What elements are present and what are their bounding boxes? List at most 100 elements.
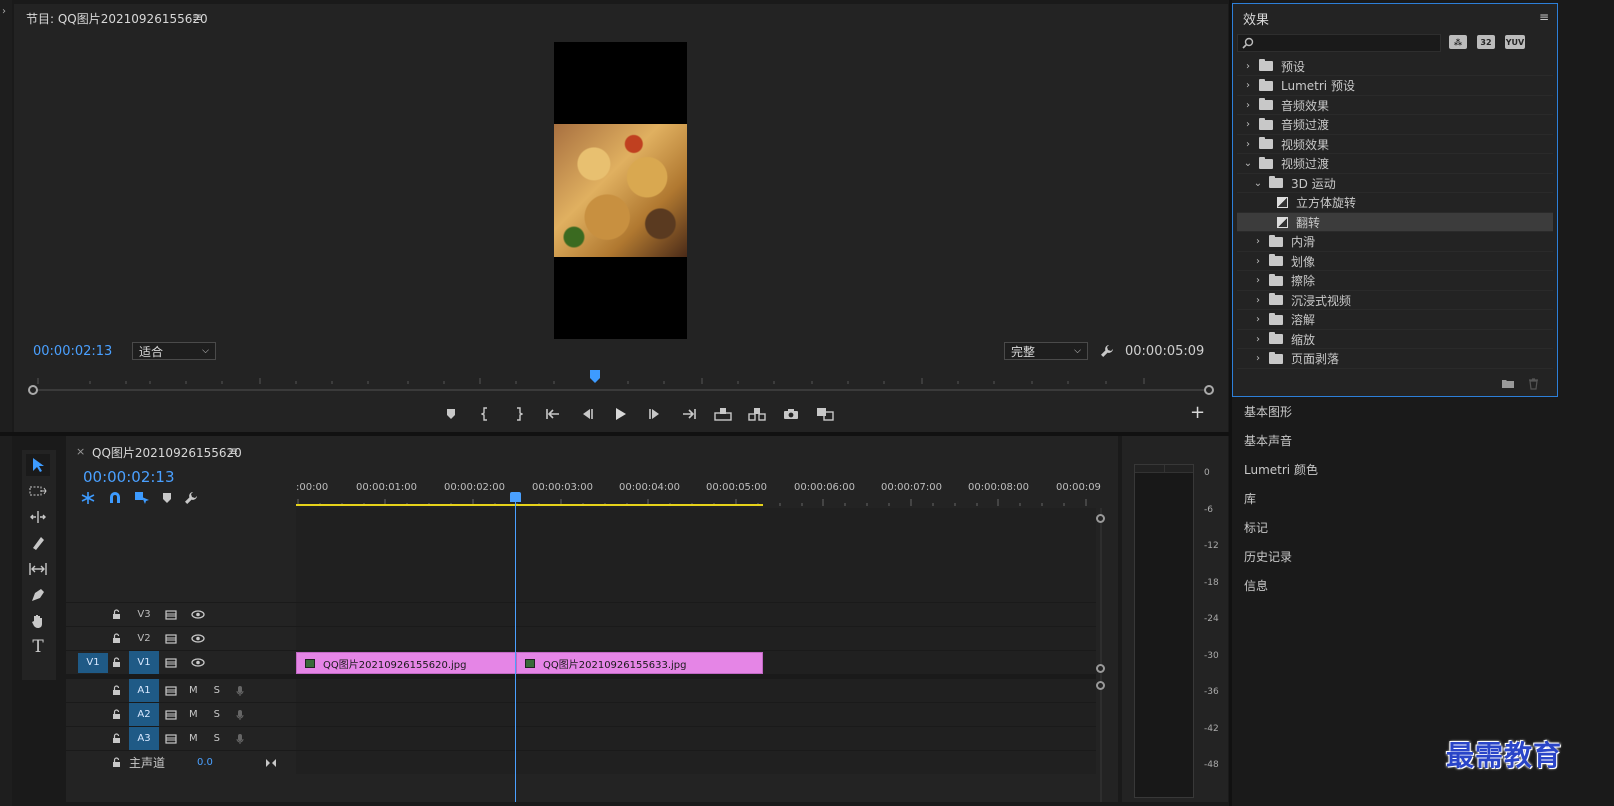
effects-tree-item[interactable]: › 沉浸式视频: [1237, 291, 1553, 310]
eye-visibility-icon[interactable]: [191, 610, 205, 619]
lock-open-icon[interactable]: [112, 633, 121, 644]
track-lane-v3[interactable]: [296, 602, 1096, 626]
master-volume-value[interactable]: 0.0: [197, 757, 213, 768]
timeline-playhead-line[interactable]: [515, 498, 516, 802]
effects-tree-item[interactable]: ⌄ 视频过渡: [1237, 155, 1553, 174]
export-frame-camera-icon[interactable]: [774, 404, 808, 424]
solo-button[interactable]: S: [214, 685, 220, 696]
go-to-out-icon[interactable]: [672, 404, 706, 424]
playhead-timecode[interactable]: 00:00:02:13: [33, 344, 112, 359]
chevron-right-icon[interactable]: ›: [1253, 236, 1263, 247]
go-to-in-icon[interactable]: [536, 404, 570, 424]
chevron-down-icon[interactable]: ⌄: [1253, 178, 1263, 189]
timeline-vertical-scrollbar[interactable]: [1100, 508, 1102, 802]
microphone-icon[interactable]: [236, 709, 244, 721]
track-target-v3[interactable]: V3: [129, 603, 159, 627]
work-area-bar[interactable]: [296, 504, 763, 506]
clip-qq-20210926155620[interactable]: QQ图片20210926155620.jpg: [296, 652, 516, 674]
track-target-a2[interactable]: A2: [129, 702, 159, 727]
mark-out-icon[interactable]: [502, 404, 536, 424]
track-lane-a1[interactable]: [296, 678, 1096, 702]
solo-button[interactable]: S: [214, 733, 220, 744]
lock-open-icon[interactable]: [112, 685, 121, 696]
tab-info[interactable]: 信息: [1244, 577, 1268, 594]
extract-icon[interactable]: [740, 404, 774, 424]
solo-button[interactable]: S: [214, 709, 220, 720]
lock-open-icon[interactable]: [112, 757, 121, 768]
timeline-panel-menu-icon[interactable]: ≡: [228, 444, 238, 458]
lock-open-icon[interactable]: [112, 733, 121, 744]
sync-lock-icon[interactable]: [165, 633, 177, 644]
effects-tree-item[interactable]: 翻转: [1237, 213, 1553, 232]
sync-lock-icon[interactable]: [165, 733, 177, 744]
sequence-tab-title[interactable]: QQ图片20210926155620: [92, 444, 242, 461]
chevron-down-icon[interactable]: ⌄: [1243, 158, 1253, 169]
comparison-view-icon[interactable]: [808, 404, 842, 424]
track-select-tool-icon[interactable]: [26, 480, 50, 502]
clip-qq-20210926155633[interactable]: QQ图片20210926155633.jpg: [516, 652, 763, 674]
audio-scroll-top-handle[interactable]: [1096, 681, 1105, 690]
chevron-right-icon[interactable]: ›: [1243, 119, 1253, 130]
sync-lock-icon[interactable]: [165, 609, 177, 620]
add-marker-icon[interactable]: [162, 492, 172, 504]
sync-lock-icon[interactable]: [165, 657, 177, 668]
track-lane-a2[interactable]: [296, 702, 1096, 726]
effects-tree-item[interactable]: › 音频过渡: [1237, 116, 1553, 135]
program-monitor-title[interactable]: 节目: QQ图片20210926155620: [26, 10, 208, 27]
track-target-v1[interactable]: V1: [129, 650, 159, 675]
new-custom-bin-folder-icon[interactable]: [1501, 378, 1515, 389]
razor-tool-icon[interactable]: [26, 532, 50, 554]
chevron-right-icon[interactable]: ›: [1243, 61, 1253, 72]
close-sequence-tab-icon[interactable]: ×: [76, 445, 85, 458]
32-bit-effects-filter-icon[interactable]: 32: [1477, 35, 1495, 49]
zoom-scrollbar-end-handle[interactable]: [1204, 385, 1214, 395]
chevron-right-icon[interactable]: ›: [1253, 314, 1263, 325]
snap-magnet-icon[interactable]: [108, 491, 122, 505]
effects-tree-item[interactable]: 立方体旋转: [1237, 194, 1553, 213]
chevron-right-icon[interactable]: ›: [1243, 80, 1253, 91]
mute-button[interactable]: M: [189, 709, 198, 720]
ripple-edit-tool-icon[interactable]: [26, 506, 50, 528]
tab-markers[interactable]: 标记: [1244, 519, 1268, 536]
effects-tree-item[interactable]: › 视频效果: [1237, 135, 1553, 154]
selection-tool-arrow-icon[interactable]: [26, 454, 50, 476]
track-lane-master[interactable]: [296, 750, 1096, 774]
add-marker-icon[interactable]: [434, 404, 468, 424]
button-editor-plus-icon[interactable]: +: [1190, 404, 1205, 422]
lock-open-icon[interactable]: [112, 657, 121, 668]
sync-lock-icon[interactable]: [165, 709, 177, 720]
effects-panel-menu-icon[interactable]: ≡: [1539, 10, 1549, 24]
effects-tree-item[interactable]: › 预设: [1237, 57, 1553, 76]
linked-selection-icon[interactable]: [134, 491, 150, 505]
step-back-icon[interactable]: [570, 404, 604, 424]
track-target-v2[interactable]: V2: [129, 627, 159, 651]
effects-tree-item[interactable]: › 音频效果: [1237, 96, 1553, 115]
chevron-right-icon[interactable]: ›: [1253, 295, 1263, 306]
delete-trash-icon[interactable]: [1528, 378, 1539, 390]
sync-lock-icon[interactable]: [165, 685, 177, 696]
effects-panel-title[interactable]: 效果: [1243, 9, 1269, 28]
yuv-effects-filter-icon[interactable]: YUV: [1505, 35, 1525, 49]
track-lane-v2[interactable]: [296, 626, 1096, 650]
tab-essential-sound[interactable]: 基本声音: [1244, 432, 1292, 449]
playback-resolution-select[interactable]: 完整 ⌵: [1004, 342, 1088, 360]
zoom-scrollbar-start-handle[interactable]: [28, 385, 38, 395]
effects-tree-item[interactable]: ⌄ 3D 运动: [1237, 174, 1553, 193]
tab-lumetri-color[interactable]: Lumetri 颜色: [1244, 461, 1318, 478]
program-panel-menu-icon[interactable]: ≡: [192, 10, 202, 24]
accelerated-effects-filter-icon[interactable]: ⁂: [1449, 35, 1467, 49]
step-forward-icon[interactable]: [638, 404, 672, 424]
mark-in-icon[interactable]: [468, 404, 502, 424]
effects-tree-item[interactable]: › 擦除: [1237, 272, 1553, 291]
lock-open-icon[interactable]: [112, 709, 121, 720]
eye-visibility-icon[interactable]: [191, 634, 205, 643]
tab-libraries[interactable]: 库: [1244, 490, 1256, 507]
chevron-right-icon[interactable]: ›: [1253, 275, 1263, 286]
track-target-a1[interactable]: A1: [129, 678, 159, 703]
lift-icon[interactable]: [706, 404, 740, 424]
effects-search-input[interactable]: [1237, 34, 1441, 52]
tab-essential-graphics[interactable]: 基本图形: [1244, 403, 1292, 420]
effects-tree-item[interactable]: › Lumetri 预设: [1237, 77, 1553, 96]
effects-tree-item[interactable]: › 溶解: [1237, 311, 1553, 330]
chevron-right-icon[interactable]: ›: [1243, 139, 1253, 150]
